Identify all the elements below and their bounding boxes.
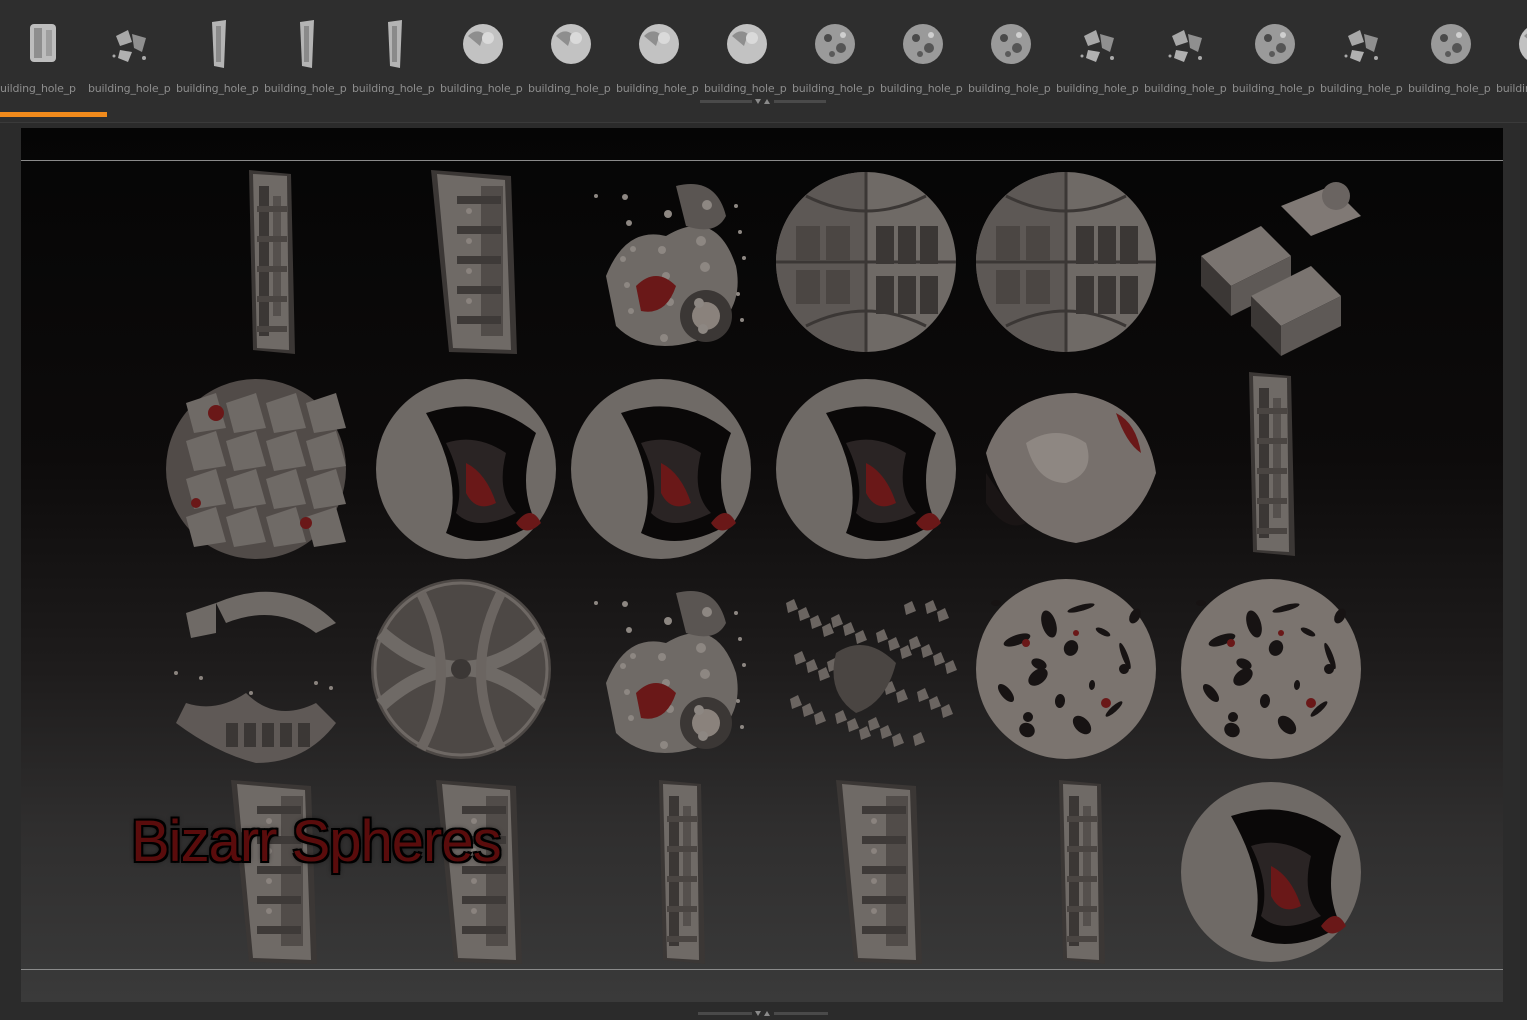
- pillar-narrow-mesh-preview: [1059, 780, 1105, 964]
- cube-cluster-mesh-preview: [1201, 182, 1361, 356]
- preview-viewport[interactable]: Bizarr Spheres: [21, 128, 1503, 1002]
- active-thumbnail-indicator: [0, 112, 107, 117]
- pillar-narrow-mesh-preview: [249, 170, 295, 354]
- scatter-mesh-preview: [786, 599, 957, 747]
- brush-thumbnail[interactable]: building_hole_p: [88, 8, 174, 104]
- brush-thumbnail-label: building_hole_p: [968, 82, 1051, 95]
- brush-thumbnail[interactable]: building_hole_p: [1232, 8, 1318, 104]
- brush-thumbnail-label: building_hole_p: [1232, 82, 1315, 95]
- panel-mesh-thumbnail-icon: [212, 20, 226, 68]
- brush-thumbnail-label: building_hole_p: [792, 82, 875, 95]
- cracked-sphere-mesh-preview: [166, 379, 346, 559]
- textured-sphere-thumbnail-icon: [815, 24, 855, 64]
- tech-disc-mesh-preview: [371, 579, 551, 759]
- brush-thumbnail-label: building_hole_p: [1408, 82, 1491, 95]
- brush-thumbnail[interactable]: building_hole_p: [880, 8, 966, 104]
- brush-thumbnail[interactable]: building: [1496, 8, 1527, 104]
- pillar-narrow-mesh-preview: [1249, 372, 1295, 556]
- broken-shell-mesh-preview: [571, 379, 751, 559]
- sphere-mesh-thumbnail-icon: [463, 24, 503, 64]
- holed-sphere-mesh-preview: [976, 579, 1156, 759]
- pillar-wide-mesh-preview: [836, 780, 922, 964]
- brush-thumbnail[interactable]: uilding_hole_p: [0, 8, 86, 104]
- brush-thumbnail[interactable]: building_hole_p: [968, 8, 1054, 104]
- viewport-bottom-divider: [21, 969, 1503, 970]
- broken-shell-mesh-preview: [776, 379, 956, 559]
- sphere-mesh-thumbnail-icon: [551, 24, 591, 64]
- brush-thumbnail-label: building_hole_p: [440, 82, 523, 95]
- textured-sphere-thumbnail-icon: [1431, 24, 1471, 64]
- collection-title: Bizarr Spheres: [131, 809, 502, 874]
- brush-thumbnail[interactable]: building_hole_p: [1144, 8, 1230, 104]
- panel-sphere-mesh-preview: [976, 172, 1156, 352]
- debris-mesh-thumbnail-icon: [1080, 30, 1114, 62]
- brush-thumbnail-label: building_hole_p: [1144, 82, 1227, 95]
- brush-thumbnail-strip: uilding_hole_p building_hole_p building_ho…: [0, 0, 1527, 123]
- brush-thumbnail-label: uilding_hole_p: [0, 82, 76, 95]
- brush-thumbnail[interactable]: building_hole_p: [352, 8, 438, 104]
- textured-sphere-thumbnail-icon: [991, 24, 1031, 64]
- brush-thumbnail[interactable]: building_hole_p: [440, 8, 526, 104]
- debris-mesh-thumbnail-icon: [112, 30, 146, 62]
- brush-thumbnail[interactable]: building_hole_p: [792, 8, 878, 104]
- brush-thumbnail-label: building_hole_p: [176, 82, 259, 95]
- holed-sphere-mesh-preview: [1181, 579, 1361, 759]
- brush-thumbnail-label: building: [1496, 82, 1527, 95]
- broken-shell-mesh-preview: [1181, 782, 1361, 962]
- brush-thumbnail-label: building_hole_p: [880, 82, 963, 95]
- rough-sphere-mesh-preview: [986, 393, 1156, 543]
- brush-thumbnail-label: building_hole_p: [352, 82, 435, 95]
- textured-sphere-thumbnail-icon: [903, 24, 943, 64]
- brush-thumbnail[interactable]: building_hole_p: [1320, 8, 1406, 104]
- broken-shell-mesh-preview: [376, 379, 556, 559]
- debris-mesh-thumbnail-icon: [1168, 30, 1202, 62]
- brush-thumbnail[interactable]: building_hole_p: [1408, 8, 1494, 104]
- brush-thumbnail-label: building_hole_p: [528, 82, 611, 95]
- brush-thumbnail-label: building_hole_p: [1320, 82, 1403, 95]
- debris-mesh-thumbnail-icon: [1344, 30, 1378, 62]
- brush-thumbnail[interactable]: building_hole_p: [1056, 8, 1142, 104]
- sphere-mesh-thumbnail-icon: [727, 24, 767, 64]
- sphere-mesh-thumbnail-icon: [639, 24, 679, 64]
- textured-sphere-thumbnail-icon: [1255, 24, 1295, 64]
- viewport-top-divider: [21, 160, 1503, 161]
- brush-thumbnail[interactable]: building_hole_p: [616, 8, 702, 104]
- debris-cluster-mesh-preview: [594, 184, 746, 346]
- brush-thumbnail[interactable]: building_hole_p: [176, 8, 262, 104]
- pillar-narrow-mesh-preview: [659, 780, 705, 964]
- scattered-shell-mesh-preview: [174, 591, 336, 763]
- brush-thumbnail-label: building_hole_p: [1056, 82, 1139, 95]
- thumbnail-strip-resize-grip[interactable]: [700, 98, 826, 106]
- panel-mesh-thumbnail-icon: [300, 20, 314, 68]
- brush-thumbnail-label: building_hole_p: [704, 82, 787, 95]
- panel-resize-grip[interactable]: [698, 1010, 828, 1018]
- pillar-wide-mesh-preview: [431, 170, 517, 354]
- brush-thumbnail[interactable]: building_hole_p: [528, 8, 614, 104]
- brush-thumbnail-label: building_hole_p: [616, 82, 699, 95]
- brush-thumbnail-label: building_hole_p: [88, 82, 171, 95]
- panel-mesh-thumbnail-icon: [388, 20, 402, 68]
- brush-thumbnail[interactable]: building_hole_p: [704, 8, 790, 104]
- brush-thumbnail[interactable]: building_hole_p: [264, 8, 350, 104]
- box-mesh-thumbnail-icon: [30, 24, 56, 62]
- brush-thumbnail-label: building_hole_p: [264, 82, 347, 95]
- debris-cluster-mesh-preview: [594, 591, 746, 753]
- sphere-mesh-thumbnail-icon: [1519, 28, 1527, 60]
- panel-sphere-mesh-preview: [776, 172, 956, 352]
